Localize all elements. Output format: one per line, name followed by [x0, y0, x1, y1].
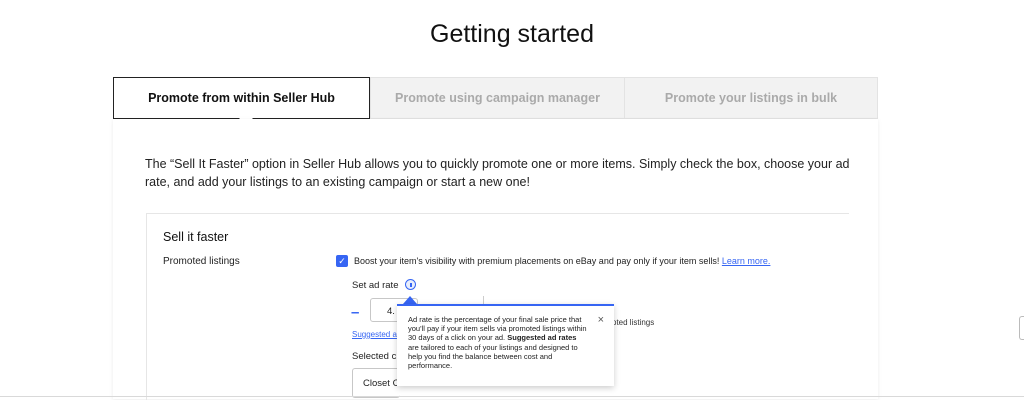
description-text: The “Sell It Faster” option in Seller Hu…	[145, 157, 850, 189]
tab-label: Promote from within Seller Hub	[148, 91, 335, 105]
page-title: Getting started	[430, 20, 594, 48]
tab-seller-hub[interactable]: Promote from within Seller Hub	[113, 77, 370, 127]
tab-campaign-manager[interactable]: Promote using campaign manager	[370, 77, 624, 119]
boost-text: Boost your item's visibility with premiu…	[354, 256, 770, 266]
tooltip-bold: Suggested ad rates	[507, 333, 577, 343]
campaign-select[interactable]: Closet C	[352, 368, 400, 398]
tooltip-text-2: are tailored to each of your listings an…	[408, 342, 578, 371]
promoted-listings-peek: oted listings	[612, 318, 655, 327]
tooltip-arrow	[403, 296, 417, 304]
selected-campaign-label: Selected c	[352, 351, 397, 362]
suggested-ad-rate-link[interactable]: Suggested a	[352, 330, 398, 339]
promoted-listings-label: Promoted listings	[163, 256, 240, 267]
tab-bulk[interactable]: Promote your listings in bulk	[624, 77, 878, 119]
card-title: Sell it faster	[163, 230, 229, 244]
checkmark-icon: ✓	[338, 256, 346, 266]
close-icon[interactable]: ×	[598, 315, 604, 326]
feedback-tab[interactable]	[1019, 316, 1024, 340]
tab-label: Promote your listings in bulk	[664, 91, 838, 105]
minus-icon[interactable]: –	[351, 304, 359, 321]
promote-checkbox[interactable]: ✓	[336, 255, 348, 267]
info-icon[interactable]	[405, 279, 416, 290]
boost-description: Boost your item's visibility with premiu…	[354, 256, 720, 266]
bottom-divider	[0, 396, 1024, 397]
promotion-tabs: Promote from within Seller Hub Promote u…	[113, 77, 878, 127]
ad-rate-tooltip: Ad rate is the percentage of your final …	[397, 304, 614, 386]
tab-label: Promote using campaign manager	[395, 91, 600, 105]
tooltip-text: Ad rate is the percentage of your final …	[408, 315, 588, 370]
ad-rate-label: Set ad rate	[352, 280, 399, 291]
learn-more-link[interactable]: Learn more.	[722, 256, 771, 266]
